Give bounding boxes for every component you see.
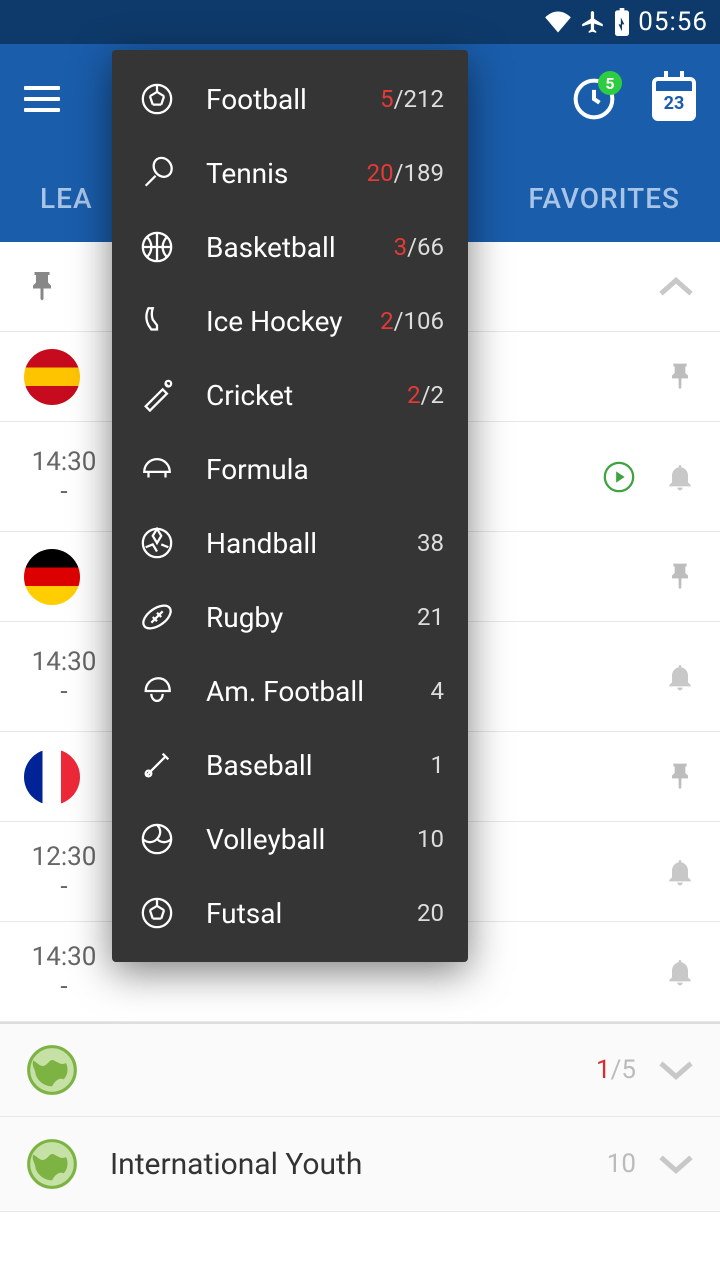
cricket-icon [136, 378, 178, 412]
sport-count: 38 [417, 529, 444, 557]
section-total-count: 10 [607, 1149, 636, 1179]
sport-item-cricket[interactable]: Cricket2/2 [112, 358, 468, 432]
match-time: 14:30- [24, 942, 104, 1002]
sport-count: 1 [431, 751, 445, 779]
sport-item-tennis[interactable]: Tennis20/189 [112, 136, 468, 210]
play-icon[interactable] [602, 460, 636, 494]
calendar-day: 23 [656, 91, 692, 117]
sport-item-formula[interactable]: Formula [112, 432, 468, 506]
sport-item-handball[interactable]: Handball38 [112, 506, 468, 580]
globe-icon [24, 1042, 80, 1098]
flag-spain-icon [24, 349, 80, 405]
sport-label: Volleyball [206, 823, 417, 856]
sport-count: 2/2 [407, 381, 444, 409]
section-row-world[interactable]: 1/5 [0, 1022, 720, 1117]
sport-label: Basketball [206, 231, 394, 264]
sport-label: Ice Hockey [206, 305, 380, 338]
clock-badge: 5 [598, 71, 622, 95]
sport-dropdown: Football5/212Tennis20/189Basketball3/66I… [112, 50, 468, 962]
section-row-international-youth[interactable]: International Youth 10 [0, 1117, 720, 1212]
sport-count: 2/106 [380, 307, 444, 335]
match-time: 14:30- [24, 647, 104, 707]
sport-item-rugby[interactable]: Rugby21 [112, 580, 468, 654]
sport-label: Cricket [206, 379, 407, 412]
formula-icon [136, 452, 178, 486]
sport-label: Formula [206, 453, 444, 486]
futsal-icon [136, 896, 178, 930]
menu-button[interactable] [24, 86, 60, 112]
sport-count: 4 [431, 677, 445, 705]
sport-item-volleyball[interactable]: Volleyball10 [112, 802, 468, 876]
sport-item-basketball[interactable]: Basketball3/66 [112, 210, 468, 284]
sport-count: 20 [417, 899, 444, 927]
flag-germany-icon [24, 549, 80, 605]
bell-icon[interactable] [664, 461, 696, 493]
section-live-count: 1 [596, 1055, 611, 1085]
section-label: International Youth [110, 1147, 362, 1182]
pin-icon[interactable] [664, 561, 696, 593]
sport-label: Am. Football [206, 675, 431, 708]
basketball-icon [136, 230, 178, 264]
volleyball-icon [136, 822, 178, 856]
sport-count: 5/212 [380, 85, 444, 113]
pin-icon[interactable] [664, 361, 696, 393]
calendar-button[interactable]: 23 [652, 77, 696, 121]
rugby-icon [136, 600, 178, 634]
status-time: 05:56 [638, 7, 708, 37]
wifi-icon [544, 11, 572, 33]
pin-icon[interactable] [664, 761, 696, 793]
status-bar: 05:56 [0, 0, 720, 44]
live-clock-button[interactable]: 5 [572, 77, 616, 121]
bell-icon[interactable] [664, 956, 696, 988]
football-icon [136, 82, 178, 116]
sport-label: Rugby [206, 601, 417, 634]
sport-label: Tennis [206, 157, 367, 190]
match-time: 12:30- [24, 842, 104, 902]
sport-count: 21 [417, 603, 444, 631]
sport-count: 10 [417, 825, 444, 853]
sport-count: 3/66 [394, 233, 444, 261]
chevron-down-icon[interactable] [656, 1055, 696, 1085]
baseball-icon [136, 748, 178, 782]
sport-item-baseball[interactable]: Baseball1 [112, 728, 468, 802]
sport-label: Baseball [206, 749, 431, 782]
tab-leagues[interactable]: LEA [40, 182, 93, 215]
match-time: 14:30- [24, 447, 104, 507]
bell-icon[interactable] [664, 661, 696, 693]
globe-icon [24, 1136, 80, 1192]
sport-item-amfootball[interactable]: Am. Football4 [112, 654, 468, 728]
sport-count: 20/189 [367, 159, 444, 187]
sport-item-futsal[interactable]: Futsal20 [112, 876, 468, 950]
sport-item-football[interactable]: Football5/212 [112, 62, 468, 136]
pin-icon [24, 269, 60, 305]
sport-label: Football [206, 83, 380, 116]
chevron-down-icon[interactable] [656, 1149, 696, 1179]
bell-icon[interactable] [664, 856, 696, 888]
section-total-count: /5 [611, 1055, 636, 1085]
handball-icon [136, 526, 178, 560]
amfootball-icon [136, 674, 178, 708]
battery-charging-icon [614, 8, 630, 36]
sport-item-icehockey[interactable]: Ice Hockey2/106 [112, 284, 468, 358]
tennis-icon [136, 156, 178, 190]
sport-label: Handball [206, 527, 417, 560]
flag-france-icon [24, 749, 80, 805]
chevron-up-icon[interactable] [656, 272, 696, 302]
airplane-icon [580, 9, 606, 35]
icehockey-icon [136, 304, 178, 338]
sport-label: Futsal [206, 897, 417, 930]
tab-favorites[interactable]: FAVORITES [528, 182, 680, 215]
